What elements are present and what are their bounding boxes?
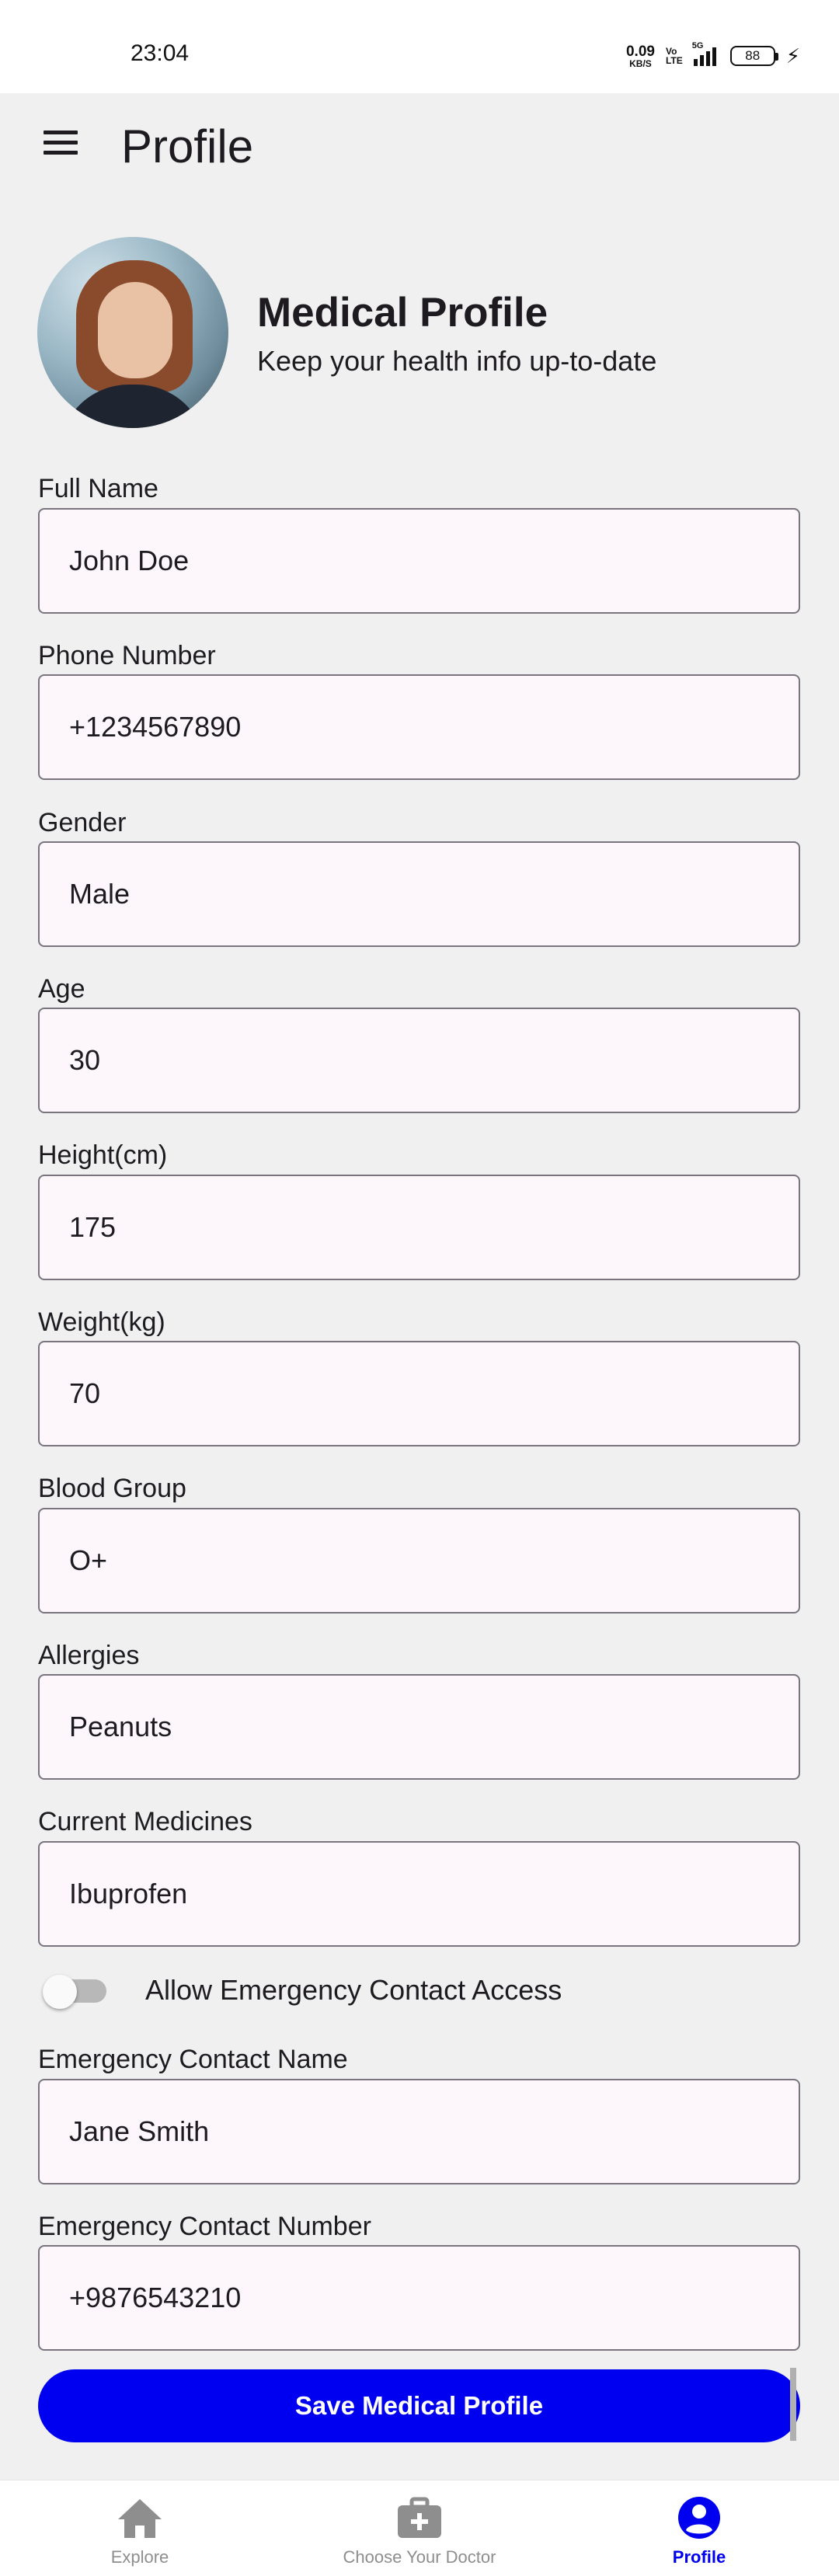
full-name-label: Full Name bbox=[38, 474, 158, 503]
nav-explore[interactable]: Explore bbox=[78, 2480, 202, 2576]
blood-group-label: Blood Group bbox=[38, 1474, 186, 1503]
home-icon bbox=[115, 2494, 165, 2541]
phone-number-label: Phone Number bbox=[38, 641, 216, 670]
volte-bottom: LTE bbox=[665, 55, 683, 66]
weight-kg-field[interactable]: 70 bbox=[38, 1341, 800, 1446]
emergency-contact-name-label: Emergency Contact Name bbox=[38, 2045, 348, 2074]
emergency-contact-number-label: Emergency Contact Number bbox=[38, 2212, 371, 2241]
height-cm-field[interactable]: 175 bbox=[38, 1175, 800, 1280]
app-bar: Profile bbox=[0, 93, 839, 202]
battery-icon: 88 bbox=[729, 46, 778, 66]
user-circle-icon bbox=[674, 2494, 724, 2541]
battery-level: 88 bbox=[745, 48, 761, 63]
age-field[interactable]: 30 bbox=[38, 1008, 800, 1113]
network-speed: 0.09 KB/S bbox=[626, 44, 655, 68]
status-bar: 23:04 0.09 KB/S Vo LTE 5G 88 ⚡︎ bbox=[0, 0, 839, 93]
current-medicines-field[interactable]: Ibuprofen bbox=[38, 1841, 800, 1947]
gender-label: Gender bbox=[38, 808, 127, 837]
blood-group-field[interactable]: O+ bbox=[38, 1508, 800, 1613]
header-subtitle: Keep your health info up-to-date bbox=[257, 345, 657, 377]
nav-choose-doctor-label: Choose Your Doctor bbox=[343, 2547, 496, 2567]
medical-kit-icon bbox=[395, 2494, 444, 2541]
height-cm-label: Height(cm) bbox=[38, 1140, 168, 1170]
emergency-access-label: Allow Emergency Contact Access bbox=[145, 1974, 562, 2006]
full-name-field[interactable]: John Doe bbox=[38, 508, 800, 614]
network-speed-value: 0.09 bbox=[625, 43, 655, 60]
emergency-contact-number-field[interactable]: +9876543210 bbox=[38, 2245, 800, 2351]
allergies-label: Allergies bbox=[38, 1641, 140, 1670]
phone-number-field[interactable]: +1234567890 bbox=[38, 674, 800, 780]
network-type: 5G bbox=[691, 41, 704, 50]
avatar[interactable] bbox=[37, 237, 228, 428]
emergency-access-toggle[interactable] bbox=[43, 1975, 108, 2009]
emergency-contact-name-field[interactable]: Jane Smith bbox=[38, 2079, 800, 2184]
age-label: Age bbox=[38, 974, 85, 1004]
nav-profile[interactable]: Profile bbox=[637, 2480, 761, 2576]
network-speed-unit: KB/S bbox=[629, 57, 652, 69]
gender-field[interactable]: Male bbox=[38, 841, 800, 947]
charging-icon: ⚡︎ bbox=[785, 44, 800, 68]
status-time: 23:04 bbox=[131, 40, 190, 66]
weight-kg-label: Weight(kg) bbox=[38, 1307, 165, 1337]
nav-explore-label: Explore bbox=[110, 2547, 169, 2567]
allergies-field[interactable]: Peanuts bbox=[38, 1674, 800, 1780]
signal-icon: 5G bbox=[692, 41, 716, 66]
status-icons: 0.09 KB/S Vo LTE 5G 88 ⚡︎ bbox=[626, 40, 800, 71]
bottom-navigation: Explore Choose Your Doctor Profile bbox=[0, 2480, 839, 2576]
hamburger-menu-icon[interactable] bbox=[44, 131, 78, 157]
volte-icon: Vo LTE bbox=[666, 47, 683, 65]
nav-choose-doctor[interactable]: Choose Your Doctor bbox=[311, 2480, 528, 2576]
nav-profile-label: Profile bbox=[672, 2547, 726, 2567]
scrollbar[interactable] bbox=[790, 2368, 796, 2441]
save-medical-profile-button[interactable]: Save Medical Profile bbox=[38, 2369, 800, 2442]
page-title: Profile bbox=[121, 120, 254, 172]
header-title: Medical Profile bbox=[257, 290, 548, 336]
current-medicines-label: Current Medicines bbox=[38, 1807, 252, 1836]
